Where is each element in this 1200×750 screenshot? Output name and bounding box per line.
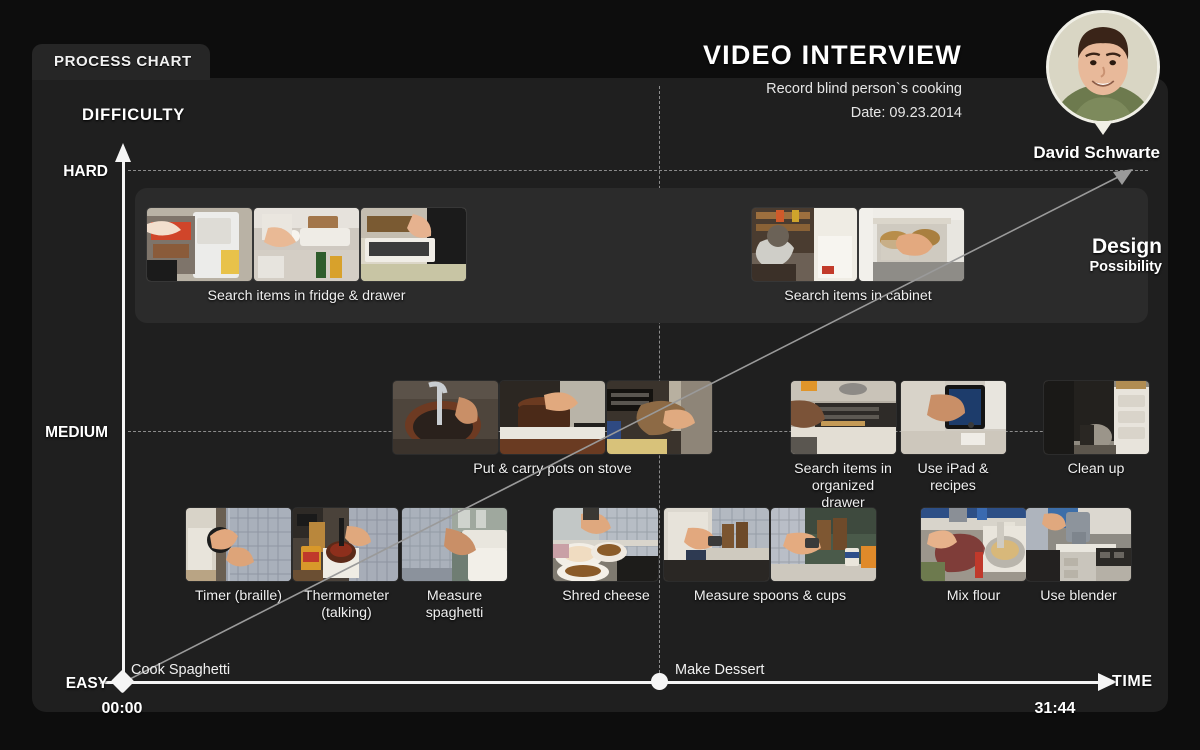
photo-thumbnail[interactable] [500,381,605,454]
thumbnail-strip [293,508,400,581]
y-tick-easy: EASY [65,675,108,692]
photo-thumbnail[interactable] [859,208,964,281]
task-group-organized-drawer[interactable]: Search items in organized drawer [791,381,896,511]
photo-thumbnail[interactable] [752,208,857,281]
page-title: VIDEO INTERVIEW [702,40,962,70]
task-group-fridge[interactable]: Search items in fridge & drawer [147,208,466,305]
thumbnail-strip [921,508,1026,581]
process-chart-tab[interactable]: PROCESS CHART [32,44,210,80]
thumbnail-strip [752,208,964,281]
task-group-ipad[interactable]: Use iPad & recipes [901,381,1006,495]
photo-thumbnail[interactable] [402,508,507,581]
photo-thumbnail[interactable] [901,381,1006,454]
photo-thumbnail[interactable] [771,508,876,581]
task-group-timer[interactable]: Timer (braille) [186,508,291,605]
thumbnail-strip [791,381,896,454]
milestone-label-make-dessert: Make Dessert [675,662,765,678]
milestone-label-cook-spaghetti: Cook Spaghetti [131,662,231,678]
task-caption: Clean up [1067,461,1125,477]
task-caption: Search items in organized drawer [794,461,892,511]
task-caption: Search items in fridge & drawer [207,288,406,304]
page-date: Date: 09.23.2014 [850,105,962,121]
process-chart-canvas: PROCESS CHART VIDEO INTERVIEW Record bli… [0,0,1200,750]
time-end-label: 31:44 [1034,700,1076,717]
task-caption: Timer (braille) [195,588,282,604]
task-group-use-blender[interactable]: Use blender [1026,508,1131,605]
task-caption: Measure spoons & cups [693,588,847,604]
thumbnail-strip [186,508,291,581]
design-possibility-line1: Design [1091,235,1162,258]
thumbnail-strip [393,381,712,454]
photo-thumbnail[interactable] [147,208,252,281]
design-possibility-line2: Possibility [1089,259,1162,275]
task-caption: Use blender [1040,588,1117,604]
thumbnail-strip [553,508,659,581]
time-start-label: 00:00 [101,700,143,717]
thumbnail-strip [402,508,507,581]
milestone-marker-make-dessert[interactable] [651,673,668,690]
photo-thumbnail[interactable] [607,381,712,454]
thumbnail-strip [664,508,876,581]
photo-thumbnail[interactable] [361,208,466,281]
task-caption: Put & carry pots on stove [473,461,632,477]
y-tick-hard: HARD [63,163,108,180]
task-caption: Mix flour [946,588,1001,604]
design-possibility-annotation: Design Possibility [1042,236,1162,275]
avatar-pointer-icon [1094,122,1112,135]
task-group-measure-spaghetti[interactable]: Measure spaghetti [402,508,507,622]
task-caption: Measure spaghetti [425,588,484,621]
avatar-photo [1046,10,1160,124]
task-caption: Thermometer (talking) [303,588,390,621]
photo-thumbnail[interactable] [1026,508,1131,581]
y-axis [122,160,125,683]
task-group-cabinet[interactable]: Search items in cabinet [752,208,964,305]
photo-thumbnail[interactable] [1044,381,1149,454]
task-group-thermometer[interactable]: Thermometer (talking) [293,508,400,622]
thumbnail-strip [1044,381,1149,454]
photo-thumbnail[interactable] [293,508,398,581]
task-caption: Use iPad & recipes [917,461,989,494]
task-group-shred-cheese[interactable]: Shred cheese [553,508,659,605]
tab-label: PROCESS CHART [54,53,192,70]
y-tick-medium: MEDIUM [45,424,108,441]
thumbnail-strip [147,208,466,281]
photo-thumbnail[interactable] [186,508,291,581]
task-group-measure-spoons[interactable]: Measure spoons & cups [664,508,876,605]
task-caption: Search items in cabinet [784,288,932,304]
thumbnail-strip [1026,508,1131,581]
photo-thumbnail[interactable] [393,381,498,454]
avatar [1046,10,1160,135]
x-axis [100,681,1102,684]
task-caption: Shred cheese [562,588,650,604]
task-group-pots[interactable]: Put & carry pots on stove [393,381,712,478]
page-subtitle: Record blind person`s cooking [766,81,962,97]
photo-thumbnail[interactable] [254,208,359,281]
photo-thumbnail[interactable] [553,508,658,581]
x-axis-title: TIME [1112,673,1153,690]
person-name: David Schwarte [1033,143,1160,162]
gridline-hard [128,170,1148,171]
y-axis-arrow-icon [115,143,131,162]
photo-thumbnail[interactable] [664,508,769,581]
task-group-mix-flour[interactable]: Mix flour [921,508,1026,605]
task-group-cleanup[interactable]: Clean up [1044,381,1149,478]
photo-thumbnail[interactable] [921,508,1026,581]
thumbnail-strip [901,381,1006,454]
y-axis-title: DIFFICULTY [82,106,186,124]
photo-thumbnail[interactable] [791,381,896,454]
